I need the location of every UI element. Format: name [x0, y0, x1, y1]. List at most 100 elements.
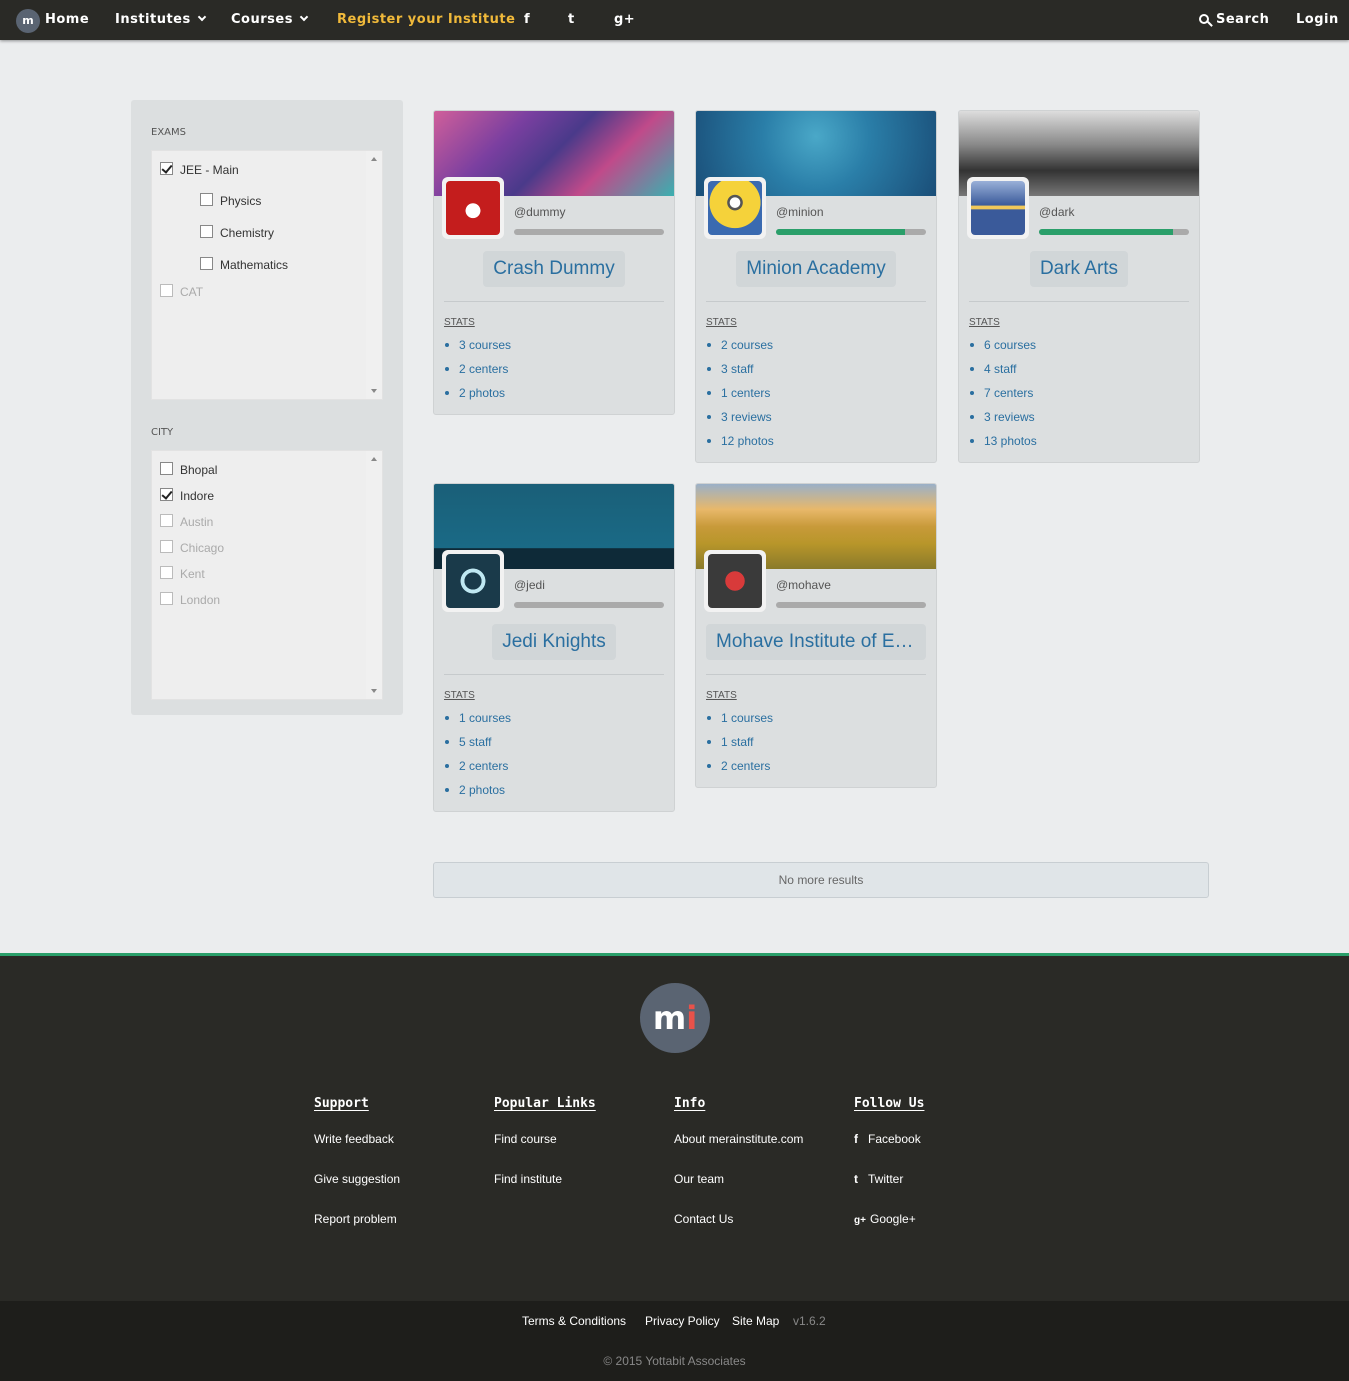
- footer-link[interactable]: Our team: [674, 1172, 724, 1186]
- city-filter-list[interactable]: Bhopal Indore Austin Chicago Kent London: [151, 450, 383, 700]
- institute-avatar[interactable]: [967, 177, 1029, 239]
- nav-register-institute[interactable]: Register your Institute: [337, 0, 515, 40]
- scroll-up-icon[interactable]: [371, 157, 377, 161]
- footer-link[interactable]: About merainstitute.com: [674, 1132, 803, 1146]
- nav-login[interactable]: Login: [1296, 0, 1339, 40]
- footer-link[interactable]: Write feedback: [314, 1132, 394, 1146]
- stat-link[interactable]: 2 centers: [706, 754, 773, 778]
- institute-avatar[interactable]: [704, 177, 766, 239]
- terms-link[interactable]: Terms & Conditions: [522, 1314, 626, 1328]
- nav-courses-dropdown[interactable]: Courses: [231, 0, 309, 40]
- city-option[interactable]: Kent: [160, 566, 205, 582]
- city-option[interactable]: London: [160, 592, 220, 608]
- institute-card[interactable]: @dummy Crash Dummy STATS 3 courses 2 cen…: [433, 110, 675, 415]
- stat-link[interactable]: 5 staff: [444, 730, 511, 754]
- checkbox[interactable]: [200, 257, 213, 271]
- institute-card[interactable]: @minion Minion Academy STATS 2 courses 3…: [695, 110, 937, 463]
- exam-option-label: JEE - Main: [180, 163, 239, 177]
- exam-option[interactable]: Mathematics: [200, 257, 288, 273]
- google-plus-icon[interactable]: g+: [614, 0, 635, 40]
- institute-avatar[interactable]: [442, 550, 504, 612]
- footer-link-google[interactable]: g+ Google+: [854, 1212, 916, 1226]
- stat-link[interactable]: 6 courses: [970, 333, 1037, 357]
- exams-scrollbar[interactable]: [366, 151, 382, 399]
- scroll-down-icon[interactable]: [371, 389, 377, 393]
- checkbox[interactable]: [160, 488, 173, 502]
- stat-link[interactable]: 1 courses: [706, 706, 773, 730]
- checkbox[interactable]: [160, 566, 173, 580]
- checkbox[interactable]: [160, 462, 173, 476]
- institute-card[interactable]: @jedi Jedi Knights STATS 1 courses 5 sta…: [433, 483, 675, 812]
- stat-link[interactable]: 2 courses: [707, 333, 774, 357]
- search-icon: [1199, 14, 1209, 24]
- city-option[interactable]: Bhopal: [160, 462, 217, 478]
- sitemap-link[interactable]: Site Map: [732, 1314, 779, 1328]
- footer-link[interactable]: Find institute: [494, 1172, 562, 1186]
- institute-name[interactable]: Jedi Knights: [492, 624, 616, 660]
- exams-filter-list[interactable]: JEE - Main Physics Chemistry Mathematics…: [151, 150, 383, 400]
- institute-avatar[interactable]: [704, 550, 766, 612]
- stat-link[interactable]: 3 reviews: [707, 405, 774, 429]
- stat-link[interactable]: 3 courses: [444, 333, 511, 357]
- city-option-label: Austin: [180, 515, 214, 529]
- scroll-up-icon[interactable]: [371, 457, 377, 461]
- footer-logo-icon[interactable]: mi: [640, 983, 710, 1053]
- footer-link[interactable]: Contact Us: [674, 1212, 733, 1226]
- scroll-down-icon[interactable]: [371, 689, 377, 693]
- institute-name[interactable]: Crash Dummy: [483, 251, 625, 287]
- stat-link[interactable]: 2 centers: [444, 754, 511, 778]
- stat-link[interactable]: 3 reviews: [970, 405, 1037, 429]
- stat-link[interactable]: 1 centers: [707, 381, 774, 405]
- exam-option[interactable]: CAT: [160, 284, 203, 300]
- institute-avatar[interactable]: [442, 177, 504, 239]
- footer-link[interactable]: Find course: [494, 1132, 557, 1146]
- institute-name[interactable]: Dark Arts: [1029, 251, 1129, 287]
- city-scrollbar[interactable]: [366, 451, 382, 699]
- stat-link[interactable]: 1 courses: [444, 706, 511, 730]
- divider: [969, 301, 1189, 302]
- exam-option-label: Chemistry: [220, 226, 275, 240]
- nav-search[interactable]: Search: [1199, 0, 1269, 40]
- checkbox[interactable]: [160, 514, 173, 528]
- stats-label: STATS: [444, 317, 475, 328]
- footer-column-support: Support Write feedback Give suggestion R…: [314, 1094, 484, 1226]
- city-option[interactable]: Chicago: [160, 540, 224, 556]
- stat-link[interactable]: 2 photos: [444, 778, 511, 802]
- stat-link[interactable]: 3 staff: [707, 357, 774, 381]
- stat-link[interactable]: 12 photos: [707, 429, 774, 453]
- exams-filter-title: EXAMS: [151, 127, 186, 138]
- checkbox[interactable]: [160, 162, 173, 176]
- stat-link[interactable]: 13 photos: [970, 429, 1037, 453]
- site-logo-icon[interactable]: m: [16, 9, 40, 33]
- exam-option[interactable]: Physics: [200, 193, 261, 209]
- institute-card[interactable]: @mohave Mohave Institute of Excellence S…: [695, 483, 937, 788]
- stat-link[interactable]: 1 staff: [706, 730, 773, 754]
- footer-link[interactable]: Give suggestion: [314, 1172, 400, 1186]
- footer-link-facebook[interactable]: f Facebook: [854, 1132, 921, 1146]
- institute-name[interactable]: Minion Academy: [736, 251, 896, 287]
- stat-link[interactable]: 4 staff: [970, 357, 1037, 381]
- stat-link[interactable]: 7 centers: [970, 381, 1037, 405]
- footer-link-twitter[interactable]: t Twitter: [854, 1172, 903, 1186]
- footer-link[interactable]: Report problem: [314, 1212, 397, 1226]
- nav-institutes-dropdown[interactable]: Institutes: [115, 0, 206, 40]
- nav-home[interactable]: Home: [45, 0, 89, 40]
- institute-card[interactable]: @dark Dark Arts STATS 6 courses 4 staff …: [958, 110, 1200, 463]
- stat-link[interactable]: 2 photos: [444, 381, 511, 405]
- nav-institutes-label: Institutes: [115, 12, 191, 27]
- city-option[interactable]: Indore: [160, 488, 214, 504]
- checkbox[interactable]: [160, 284, 173, 298]
- checkbox[interactable]: [200, 225, 213, 239]
- checkbox[interactable]: [160, 592, 173, 606]
- twitter-icon[interactable]: t: [568, 0, 575, 40]
- institute-name[interactable]: Mohave Institute of Excellence: [706, 624, 926, 660]
- facebook-icon[interactable]: f: [524, 0, 530, 40]
- exam-option[interactable]: JEE - Main: [160, 162, 239, 178]
- city-option[interactable]: Austin: [160, 514, 213, 530]
- checkbox[interactable]: [160, 540, 173, 554]
- checkbox[interactable]: [200, 193, 213, 207]
- privacy-link[interactable]: Privacy Policy: [645, 1314, 720, 1328]
- footer-link-label: Google+: [870, 1212, 916, 1226]
- exam-option[interactable]: Chemistry: [200, 225, 274, 241]
- stat-link[interactable]: 2 centers: [444, 357, 511, 381]
